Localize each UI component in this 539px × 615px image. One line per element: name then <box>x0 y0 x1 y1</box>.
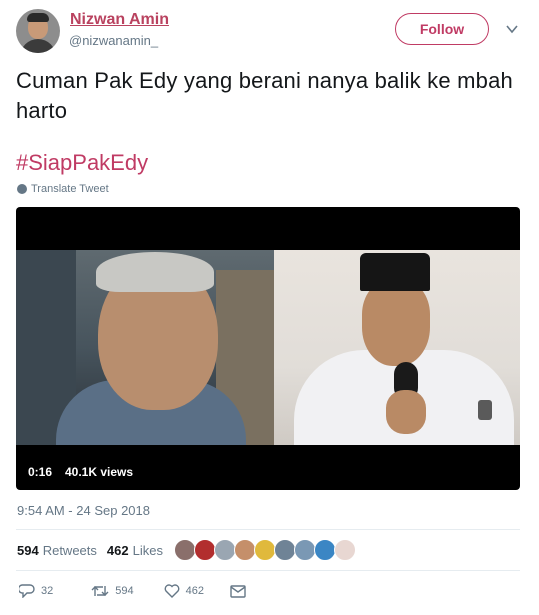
liker-avatar[interactable] <box>274 539 296 561</box>
avatar-shirt <box>20 39 56 53</box>
retweets-count: 594 <box>17 543 39 558</box>
reply-button[interactable]: 32 <box>19 584 53 598</box>
retweets-stat[interactable]: 594 Retweets <box>17 543 97 558</box>
chevron-down-icon[interactable] <box>506 24 518 34</box>
reply-icon <box>19 584 35 598</box>
liker-avatar[interactable] <box>314 539 336 561</box>
translate-tweet-link[interactable]: Translate Tweet <box>17 183 109 195</box>
video-views: 40.1K views <box>61 463 138 481</box>
like-count: 462 <box>185 585 204 597</box>
figure-hand <box>386 390 426 434</box>
tweet-timestamp[interactable]: 9:54 AM - 24 Sep 2018 <box>17 503 150 518</box>
globe-icon <box>17 184 27 194</box>
retweets-label: Retweets <box>42 543 97 558</box>
video-frame-right <box>274 250 520 445</box>
video-frame-left <box>16 250 274 445</box>
author-avatar[interactable] <box>16 9 60 53</box>
likes-stat[interactable]: 462 Likes <box>107 543 163 558</box>
tweet-actions: 32 594 462 <box>19 584 246 598</box>
figure-hair <box>96 252 214 292</box>
hashtag-link[interactable]: #SiapPakEdy <box>16 150 148 176</box>
reply-count: 32 <box>41 585 54 597</box>
envelope-icon <box>230 584 246 598</box>
tweet-text: Cuman Pak Edy yang berani nanya balik ke… <box>16 68 513 123</box>
retweet-icon <box>91 586 109 596</box>
liker-avatar[interactable] <box>254 539 276 561</box>
liker-avatar[interactable] <box>174 539 196 561</box>
liker-avatar[interactable] <box>214 539 236 561</box>
author-name[interactable]: Nizwan Amin <box>70 11 169 29</box>
like-button[interactable]: 462 <box>164 584 204 598</box>
heart-icon <box>164 584 180 598</box>
liker-avatars <box>174 539 356 561</box>
tweet-stats: 594 Retweets 462 Likes <box>17 543 163 558</box>
follow-button[interactable]: Follow <box>395 13 489 45</box>
figure-watch <box>478 400 492 420</box>
retweet-button[interactable]: 594 <box>91 584 134 598</box>
figure-face <box>362 280 430 366</box>
direct-message-button[interactable] <box>230 584 246 598</box>
likes-count: 462 <box>106 543 129 558</box>
author-handle[interactable]: @nizwanamin_ <box>69 33 158 48</box>
liker-avatar[interactable] <box>294 539 316 561</box>
likes-label: Likes <box>132 543 163 558</box>
translate-label: Translate Tweet <box>31 183 109 195</box>
divider <box>16 529 520 530</box>
divider <box>16 570 520 571</box>
liker-avatar[interactable] <box>194 539 216 561</box>
figure-cap <box>360 253 430 291</box>
liker-avatar[interactable] <box>334 539 356 561</box>
avatar-hair <box>27 13 49 22</box>
liker-avatar[interactable] <box>234 539 256 561</box>
video-player[interactable]: 0:16 40.1K views <box>16 207 520 490</box>
video-duration: 0:16 <box>25 463 56 481</box>
retweet-count: 594 <box>115 585 134 597</box>
